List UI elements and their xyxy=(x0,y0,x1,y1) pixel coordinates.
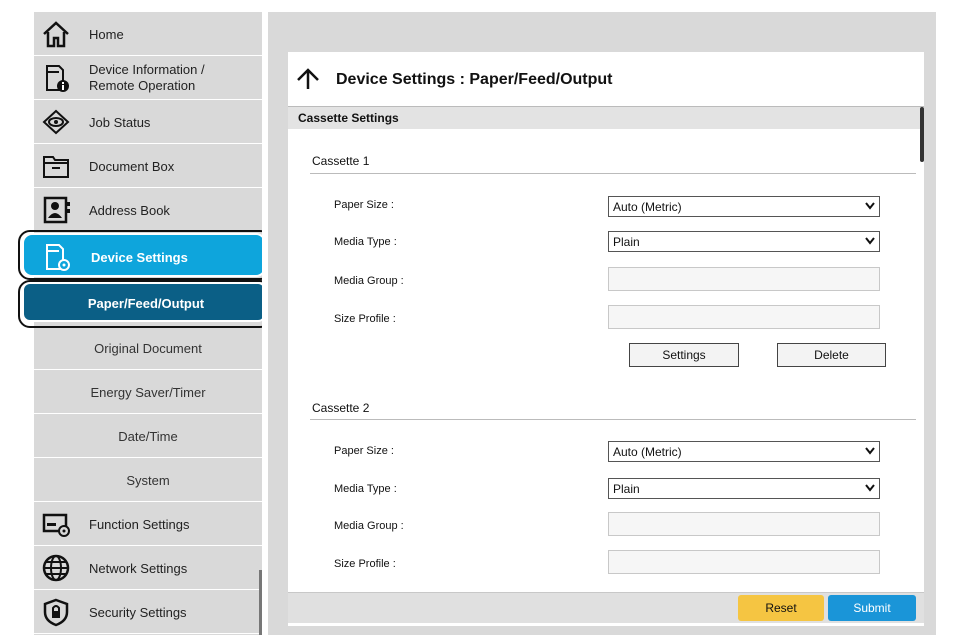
sidebar-item-label: Device Information / Remote Operation xyxy=(89,62,205,94)
sidebar-item-label: Job Status xyxy=(89,115,151,130)
sidebar-subitem-paper-feed-output[interactable]: Paper/Feed/Output xyxy=(22,282,266,322)
sidebar-item-label: Network Settings xyxy=(89,561,188,576)
sidebar-subitem-system[interactable]: System xyxy=(34,458,262,502)
sidebar-item-function-settings[interactable]: Function Settings xyxy=(34,502,262,546)
chevron-down-icon xyxy=(865,202,875,210)
cassette-2-paper-size-select[interactable]: Auto (Metric) xyxy=(608,441,880,462)
cassette-1-media-type-select[interactable]: Plain xyxy=(608,231,880,252)
sidebar-item-label: Address Book xyxy=(89,203,170,218)
sidebar-item-device-settings[interactable]: Device Settings xyxy=(22,233,266,277)
chevron-down-icon xyxy=(865,237,875,245)
section-title: Cassette Settings xyxy=(298,111,399,125)
submit-button[interactable]: Submit xyxy=(828,595,916,621)
globe-icon xyxy=(42,554,70,582)
sidebar-subitem-label: Energy Saver/Timer xyxy=(90,385,206,400)
cassette-1-size-profile-field xyxy=(608,305,880,329)
settings-panel: Device Settings : Paper/Feed/Output Cass… xyxy=(288,52,924,626)
media-type-label: Media Type : xyxy=(334,236,397,248)
section-header: Cassette Settings xyxy=(288,106,924,129)
sidebar-subitem-original-document[interactable]: Original Document xyxy=(34,326,262,370)
select-value: Auto (Metric) xyxy=(613,200,682,214)
size-profile-label: Size Profile : xyxy=(334,313,396,325)
home-icon xyxy=(43,21,69,48)
cassette-2-media-type-select[interactable]: Plain xyxy=(608,478,880,499)
sidebar-item-label: Function Settings xyxy=(89,517,190,532)
cassette-1-paper-size-select[interactable]: Auto (Metric) xyxy=(608,196,880,217)
sidebar-subitem-label: System xyxy=(126,473,170,488)
cassette-2-media-group-field xyxy=(608,512,880,536)
sidebar-item-label-line2: Remote Operation xyxy=(89,78,196,93)
delete-button[interactable]: Delete xyxy=(777,343,886,367)
chevron-down-icon xyxy=(865,447,875,455)
size-profile-label: Size Profile : xyxy=(334,558,396,570)
select-value: Plain xyxy=(613,482,640,496)
device-info-icon xyxy=(46,65,69,92)
sidebar-item-document-box[interactable]: Document Box xyxy=(34,144,262,188)
sidebar-item-label: Device Settings xyxy=(91,250,188,265)
sidebar-item-address-book[interactable]: Address Book xyxy=(34,188,262,232)
sidebar-item-label: Document Box xyxy=(89,159,175,174)
reset-button[interactable]: Reset xyxy=(738,595,824,621)
cassette-2-size-profile-field xyxy=(608,550,880,574)
device-settings-icon xyxy=(46,244,70,271)
sidebar: Home Device Information / Remote Operati… xyxy=(22,12,266,635)
settings-button[interactable]: Settings xyxy=(629,343,739,367)
sidebar-item-label-line1: Device Information / xyxy=(89,62,205,77)
function-settings-icon xyxy=(42,513,70,537)
sidebar-item-device-information[interactable]: Device Information / Remote Operation xyxy=(34,56,262,100)
sidebar-item-label: Security Settings xyxy=(89,605,187,620)
media-group-label: Media Group : xyxy=(334,520,404,532)
divider xyxy=(310,173,916,174)
sidebar-subitem-label: Date/Time xyxy=(118,429,178,444)
select-value: Plain xyxy=(613,235,640,249)
media-type-label: Media Type : xyxy=(334,483,397,495)
footer-bar: Reset Submit xyxy=(288,592,924,623)
paper-size-label: Paper Size : xyxy=(334,445,394,457)
eye-icon xyxy=(42,109,70,135)
sidebar-item-security-settings[interactable]: Security Settings xyxy=(34,590,262,634)
sidebar-item-network-settings[interactable]: Network Settings xyxy=(34,546,262,590)
divider-line xyxy=(259,570,262,635)
document-box-icon xyxy=(43,156,69,178)
scrollbar[interactable] xyxy=(920,107,924,162)
chevron-down-icon xyxy=(865,484,875,492)
sidebar-item-home[interactable]: Home xyxy=(34,12,262,56)
panel-header: Device Settings : Paper/Feed/Output xyxy=(288,52,924,102)
media-group-label: Media Group : xyxy=(334,275,404,287)
sidebar-item-label: Home xyxy=(89,27,124,42)
cassette-2-title: Cassette 2 xyxy=(312,401,370,415)
sidebar-item-job-status[interactable]: Job Status xyxy=(34,100,262,144)
cassette-1-title: Cassette 1 xyxy=(312,154,370,168)
page-margin xyxy=(0,0,14,635)
divider xyxy=(310,419,916,420)
paper-size-label: Paper Size : xyxy=(334,199,394,211)
up-arrow-icon[interactable] xyxy=(296,68,320,90)
select-value: Auto (Metric) xyxy=(613,445,682,459)
sidebar-subitem-energy-saver-timer[interactable]: Energy Saver/Timer xyxy=(34,370,262,414)
sidebar-subitem-label: Original Document xyxy=(94,341,202,356)
cassette-1-media-group-field xyxy=(608,267,880,291)
sidebar-subitem-date-time[interactable]: Date/Time xyxy=(34,414,262,458)
sidebar-subitem-label: Paper/Feed/Output xyxy=(87,296,205,311)
page-title: Device Settings : Paper/Feed/Output xyxy=(336,71,613,88)
address-book-icon xyxy=(43,196,70,224)
shield-lock-icon xyxy=(43,598,69,627)
